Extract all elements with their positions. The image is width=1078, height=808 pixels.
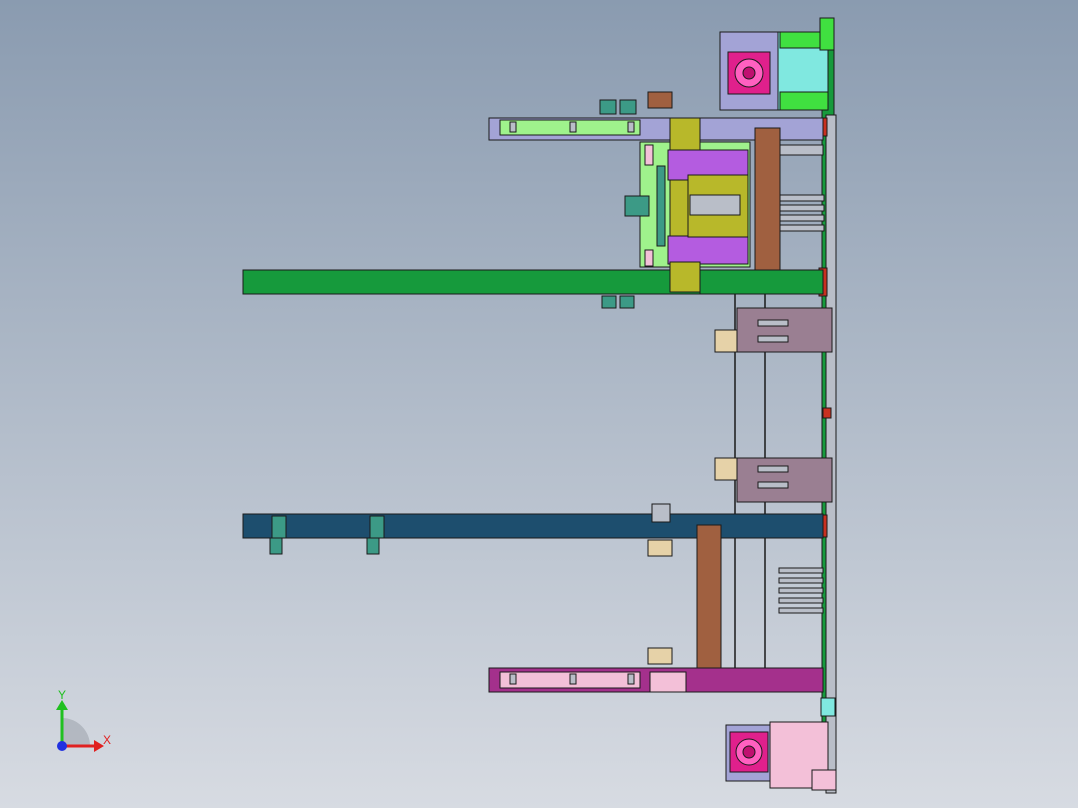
navy-arm-beam[interactable] bbox=[242, 513, 824, 539]
y-axis-label: Y bbox=[58, 688, 66, 702]
cad-viewport[interactable]: Y X bbox=[0, 0, 1078, 808]
lower-carriage-block bbox=[714, 457, 738, 481]
stack-rod-2 bbox=[778, 577, 824, 584]
gripper-cylinder bbox=[689, 194, 741, 216]
stack-rod-5 bbox=[778, 607, 824, 614]
upper-carriage-slot-1 bbox=[757, 319, 789, 327]
lower-slot-1 bbox=[509, 673, 517, 685]
green-arm-mount bbox=[669, 261, 701, 293]
bottom-servo-shaft-icon bbox=[742, 745, 756, 759]
upper-slot-3 bbox=[627, 121, 635, 133]
gripper-pad-bottom bbox=[644, 249, 654, 267]
upper-clamp-right bbox=[619, 99, 637, 115]
upper-link-plate[interactable] bbox=[754, 127, 781, 284]
upper-slot-1 bbox=[509, 121, 517, 133]
navy-gripper-2-foot bbox=[366, 537, 380, 555]
navy-gripper-2 bbox=[369, 515, 385, 539]
navy-gripper-1 bbox=[271, 515, 287, 539]
lower-slot-2 bbox=[569, 673, 577, 685]
bottom-motor-assembly[interactable] bbox=[725, 721, 837, 791]
navy-arm-clamp bbox=[651, 503, 671, 523]
upper-carriage-slot-2 bbox=[757, 335, 789, 343]
gripper-rod-1 bbox=[774, 144, 824, 156]
green-clamp-right bbox=[619, 295, 635, 309]
gripper-rod-5 bbox=[777, 224, 825, 232]
rail-block-bottom bbox=[820, 697, 836, 717]
upper-clamp-left bbox=[599, 99, 617, 115]
stack-rod-4 bbox=[778, 597, 824, 604]
lower-carriage-slot-1 bbox=[757, 465, 789, 473]
gripper-valve bbox=[624, 195, 650, 217]
navy-gripper-1-foot bbox=[269, 537, 283, 555]
upper-carriage-plate[interactable] bbox=[736, 307, 833, 353]
gripper-pad-top bbox=[644, 144, 654, 166]
rail-block-2 bbox=[822, 407, 832, 419]
x-axis-label: X bbox=[103, 733, 111, 747]
top-motor-assembly[interactable] bbox=[719, 17, 835, 111]
top-motor-bracket bbox=[819, 17, 835, 51]
gripper-jaw-bottom[interactable] bbox=[667, 235, 749, 265]
lower-arm-sensor-block bbox=[647, 647, 673, 665]
top-motor-base bbox=[779, 91, 829, 111]
gripper-rod-4 bbox=[777, 214, 825, 222]
stack-rod-3 bbox=[778, 587, 824, 594]
gripper-rod-3 bbox=[777, 204, 825, 212]
upper-slot-2 bbox=[569, 121, 577, 133]
gripper-rod-2 bbox=[777, 194, 825, 202]
lower-carriage-slot-2 bbox=[757, 481, 789, 489]
upper-bracket bbox=[647, 91, 673, 109]
lower-carriage-plate[interactable] bbox=[736, 457, 833, 503]
top-servo-shaft-icon bbox=[742, 66, 756, 80]
navy-arm-sensor-block bbox=[647, 539, 673, 557]
green-arm-hub bbox=[699, 269, 824, 295]
gripper-side-guide bbox=[656, 165, 666, 247]
frame-rail[interactable] bbox=[825, 114, 837, 794]
z-axis-dot-icon bbox=[57, 741, 67, 751]
stack-rod-1 bbox=[778, 567, 824, 574]
upper-carriage-block bbox=[714, 329, 738, 353]
lower-link-plate[interactable] bbox=[696, 524, 722, 681]
bottom-motor-foot bbox=[811, 769, 837, 791]
green-clamp-left bbox=[601, 295, 617, 309]
lower-arm-clamp bbox=[649, 671, 687, 693]
lower-slot-3 bbox=[627, 673, 635, 685]
